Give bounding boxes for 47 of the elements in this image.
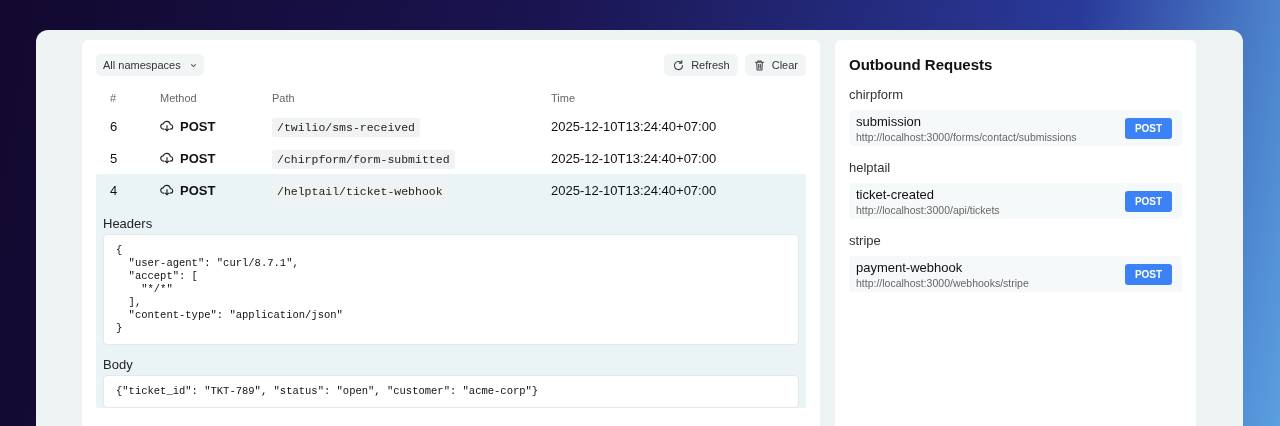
table-cell-text: 6 [110,118,119,134]
group-name: helptail [849,160,892,175]
column-header: # [110,92,118,104]
group-name: chirpform [849,87,905,102]
refresh-button[interactable]: Refresh [664,54,738,76]
group-name: stripe [849,233,882,248]
clear-button[interactable]: Clear [744,54,806,76]
namespace-select[interactable]: All namespaces [96,54,204,76]
request-name: submission [856,114,923,129]
path-code: /chirpform/form-submitted [272,149,455,169]
table-cell-text: 4 [110,182,119,198]
headers-code: { "user-agent": "curl/8.7.1", "accept": [ "*/*" ], "content-type": "application/json" } [103,234,799,345]
cloud-download-icon [160,151,174,165]
request-url: http://localhost:3000/api/tickets [856,204,1001,216]
refresh-icon [672,58,686,72]
request-name: payment-webhook [856,260,964,275]
post-button[interactable]: POST [1125,191,1172,212]
path-code: /helptail/ticket-webhook [272,181,448,201]
request-url: http://localhost:3000/webhooks/stripe [856,277,1030,289]
outbound-request-item[interactable]: submission http://localhost:3000/forms/contact/submissions POST [849,110,1182,146]
table-cell-text: 2025-12-10T13:24:40+07:00 [551,150,718,166]
request-name: ticket-created [856,187,936,202]
method-label: POST [180,150,216,166]
trash-icon [752,58,766,72]
outbound-request-item[interactable]: payment-webhook http://localhost:3000/webhooks/stripe POST [849,256,1182,292]
path-code: /twilio/sms-received [272,117,421,137]
request-url: http://localhost:3000/forms/contact/submissions [856,131,1078,143]
panel-title: Outbound Requests [849,56,994,73]
column-header: Path [272,92,296,104]
cloud-download-icon [160,183,174,197]
table-row[interactable] [96,174,806,408]
table-row[interactable]: 6 POST /twilio/sms-received 2025-12-10T13:24:40+07:00 [96,110,806,142]
table-cell-text: 5 [110,150,119,166]
method-label: POST [180,118,216,134]
outbound-request-item[interactable]: ticket-created http://localhost:3000/api/tickets POST [849,183,1182,219]
section-label: Body [103,357,134,372]
method-label: POST [180,182,216,198]
body-code: {"ticket_id": "TKT-789", "status": "open", "customer": "acme-corp"} [103,375,799,408]
cloud-download-icon [160,119,174,133]
post-button[interactable]: POST [1125,118,1172,139]
column-header: Method [160,92,198,104]
table-cell-text: 2025-12-10T13:24:40+07:00 [551,182,718,198]
table-row[interactable]: 5 POST /chirpform/form-submitted 2025-12-10T13:24:40+07:00 [96,142,806,174]
column-header: Time [551,92,577,104]
table-cell-text: 2025-12-10T13:24:40+07:00 [551,118,718,134]
post-button[interactable]: POST [1125,264,1172,285]
section-label: Headers [103,216,154,231]
